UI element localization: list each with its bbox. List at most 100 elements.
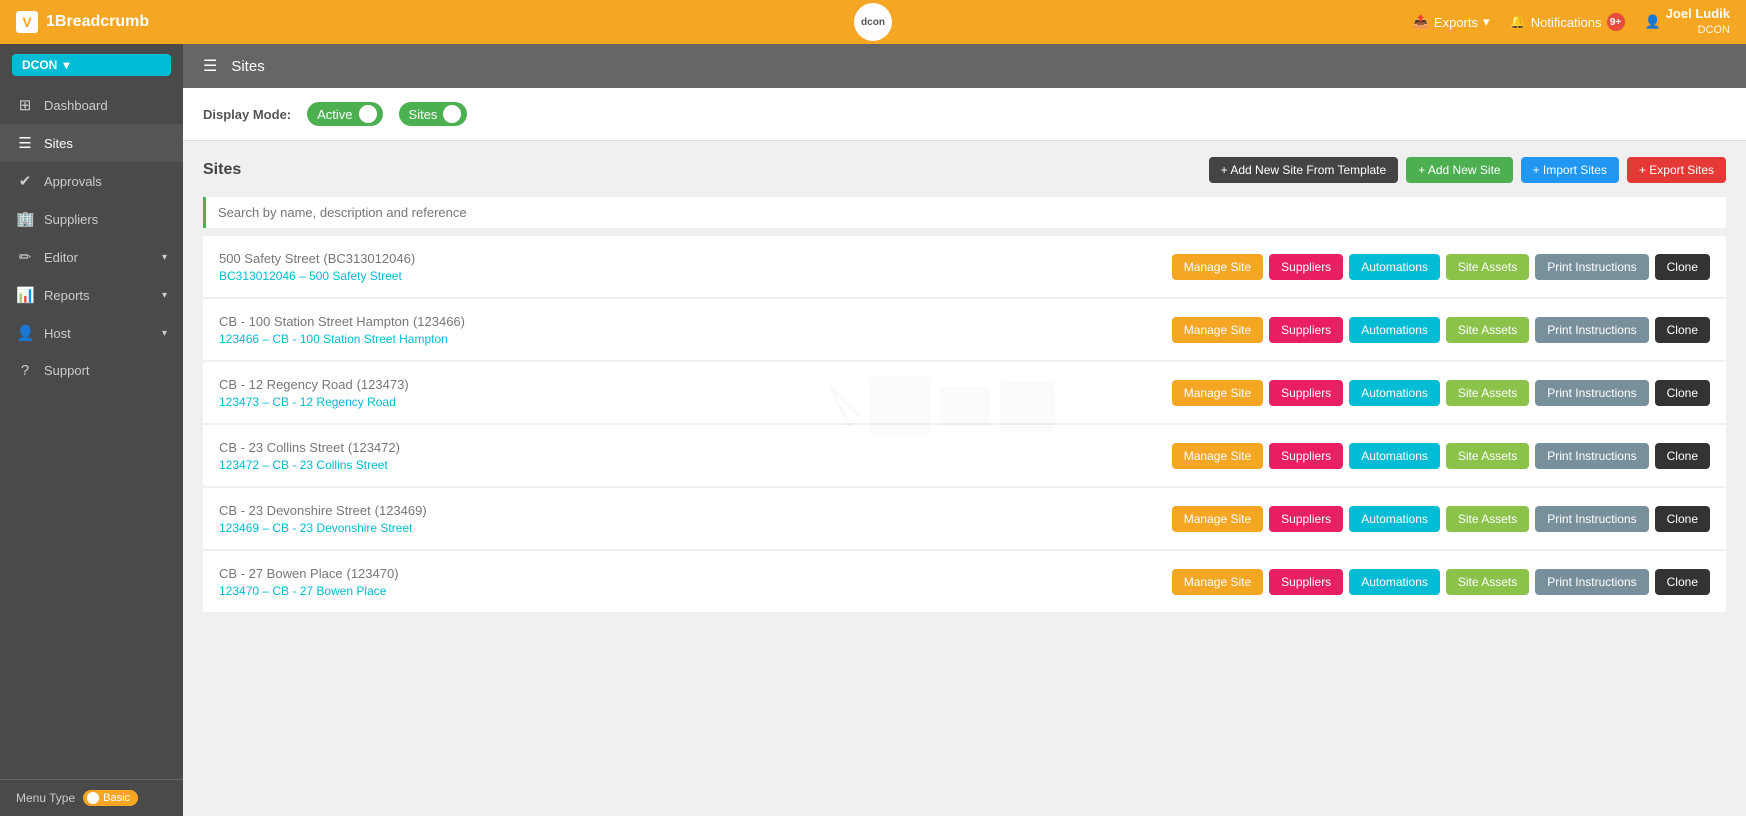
suppliers-button-3[interactable]: Suppliers: [1269, 443, 1343, 469]
search-bar: [203, 197, 1726, 228]
automations-button-3[interactable]: Automations: [1349, 443, 1440, 469]
print-instructions-button-2[interactable]: Print Instructions: [1535, 380, 1648, 406]
automations-button-1[interactable]: Automations: [1349, 317, 1440, 343]
site-info-2: CB - 12 Regency Road (123473) 123473 – C…: [219, 376, 409, 409]
clone-button-4[interactable]: Clone: [1655, 506, 1710, 532]
site-assets-button-5[interactable]: Site Assets: [1446, 569, 1529, 595]
header-bar: ☰ Sites: [183, 44, 1746, 88]
automations-button-5[interactable]: Automations: [1349, 569, 1440, 595]
suppliers-button-4[interactable]: Suppliers: [1269, 506, 1343, 532]
site-actions-3: Manage Site Suppliers Automations Site A…: [1172, 443, 1710, 469]
brand-name: 1Breadcrumb: [46, 13, 149, 31]
brand-logo-area: V 1Breadcrumb: [16, 11, 1413, 33]
suppliers-button-5[interactable]: Suppliers: [1269, 569, 1343, 595]
sites-header: Sites + Add New Site From Template + Add…: [203, 157, 1726, 183]
sidebar-nav: ⊞ Dashboard ☰ Sites ✔ Approvals 🏢 Suppli…: [0, 86, 183, 779]
main-content: ☰ Sites Display Mode: Active Sites Sites…: [183, 44, 1746, 816]
site-ref-0: BC313012046 – 500 Safety Street: [219, 269, 415, 283]
site-assets-button-2[interactable]: Site Assets: [1446, 380, 1529, 406]
manage-site-button-1[interactable]: Manage Site: [1172, 317, 1263, 343]
manage-site-button-4[interactable]: Manage Site: [1172, 506, 1263, 532]
site-name-1: CB - 100 Station Street Hampton (123466): [219, 313, 465, 329]
print-instructions-button-0[interactable]: Print Instructions: [1535, 254, 1648, 280]
site-actions-0: Manage Site Suppliers Automations Site A…: [1172, 254, 1710, 280]
brand-icon: V: [16, 11, 38, 33]
export-sites-button[interactable]: + Export Sites: [1627, 157, 1726, 183]
menu-type-value: Basic: [103, 792, 130, 804]
sidebar-item-host[interactable]: 👤 Host ▾: [0, 314, 183, 352]
sidebar-item-editor[interactable]: ✏ Editor ▾: [0, 238, 183, 276]
manage-site-button-0[interactable]: Manage Site: [1172, 254, 1263, 280]
export-icon: 📤: [1413, 14, 1429, 30]
dcon-tag[interactable]: DCON ▾: [12, 54, 171, 76]
sites-section: Sites + Add New Site From Template + Add…: [183, 141, 1746, 816]
sidebar-label-support: Support: [44, 363, 90, 378]
user-icon: 👤: [1645, 14, 1661, 30]
hamburger-icon[interactable]: ☰: [203, 56, 217, 76]
site-info-3: CB - 23 Collins Street (123472) 123472 –…: [219, 439, 400, 472]
clone-button-3[interactable]: Clone: [1655, 443, 1710, 469]
automations-button-2[interactable]: Automations: [1349, 380, 1440, 406]
sites-toggle-dot: [443, 105, 461, 123]
site-assets-button-0[interactable]: Site Assets: [1446, 254, 1529, 280]
notif-badge: 9+: [1607, 13, 1625, 31]
manage-site-button-2[interactable]: Manage Site: [1172, 380, 1263, 406]
site-ref-1: 123466 – CB - 100 Station Street Hampton: [219, 332, 465, 346]
site-actions-2: Manage Site Suppliers Automations Site A…: [1172, 380, 1710, 406]
sidebar-item-sites[interactable]: ☰ Sites: [0, 124, 183, 162]
add-from-template-button[interactable]: + Add New Site From Template: [1209, 157, 1399, 183]
sidebar-label-host: Host: [44, 326, 71, 341]
print-instructions-button-1[interactable]: Print Instructions: [1535, 317, 1648, 343]
dashboard-icon: ⊞: [16, 96, 34, 114]
active-toggle-label: Active: [317, 107, 352, 122]
table-row: CB - 100 Station Street Hampton (123466)…: [203, 299, 1726, 360]
sites-section-title: Sites: [203, 161, 241, 179]
clone-button-2[interactable]: Clone: [1655, 380, 1710, 406]
site-assets-button-3[interactable]: Site Assets: [1446, 443, 1529, 469]
site-assets-button-1[interactable]: Site Assets: [1446, 317, 1529, 343]
notifications-button[interactable]: 🔔 Notifications 9+: [1510, 13, 1625, 31]
automations-button-4[interactable]: Automations: [1349, 506, 1440, 532]
print-instructions-button-4[interactable]: Print Instructions: [1535, 506, 1648, 532]
sidebar-label-suppliers: Suppliers: [44, 212, 98, 227]
sites-toggle-label: Sites: [409, 107, 438, 122]
sidebar-footer: Menu Type Basic: [0, 779, 183, 816]
exports-button[interactable]: 📤 Exports ▾: [1413, 14, 1490, 30]
site-ref-3: 123472 – CB - 23 Collins Street: [219, 458, 400, 472]
menu-type-toggle[interactable]: Basic: [83, 790, 138, 806]
search-input[interactable]: [218, 205, 1714, 220]
manage-site-button-3[interactable]: Manage Site: [1172, 443, 1263, 469]
import-sites-button[interactable]: + Import Sites: [1521, 157, 1619, 183]
sidebar-item-dashboard[interactable]: ⊞ Dashboard: [0, 86, 183, 124]
sidebar-item-suppliers[interactable]: 🏢 Suppliers: [0, 200, 183, 238]
reports-arrow: ▾: [162, 290, 167, 301]
clone-button-1[interactable]: Clone: [1655, 317, 1710, 343]
clone-button-0[interactable]: Clone: [1655, 254, 1710, 280]
sidebar-item-support[interactable]: ? Support: [0, 352, 183, 389]
print-instructions-button-3[interactable]: Print Instructions: [1535, 443, 1648, 469]
suppliers-button-0[interactable]: Suppliers: [1269, 254, 1343, 280]
print-instructions-button-5[interactable]: Print Instructions: [1535, 569, 1648, 595]
site-name-4: CB - 23 Devonshire Street (123469): [219, 502, 427, 518]
table-row: CB - 23 Collins Street (123472) 123472 –…: [203, 425, 1726, 486]
sidebar-item-reports[interactable]: 📊 Reports ▾: [0, 276, 183, 314]
sidebar-item-approvals[interactable]: ✔ Approvals: [0, 162, 183, 200]
add-new-site-button[interactable]: + Add New Site: [1406, 157, 1512, 183]
manage-site-button-5[interactable]: Manage Site: [1172, 569, 1263, 595]
suppliers-button-1[interactable]: Suppliers: [1269, 317, 1343, 343]
site-info-1: CB - 100 Station Street Hampton (123466)…: [219, 313, 465, 346]
suppliers-button-2[interactable]: Suppliers: [1269, 380, 1343, 406]
active-toggle[interactable]: Active: [307, 102, 382, 126]
display-mode-label: Display Mode:: [203, 107, 291, 122]
user-menu[interactable]: 👤 Joel Ludik DCON: [1645, 6, 1730, 37]
site-actions-4: Manage Site Suppliers Automations Site A…: [1172, 506, 1710, 532]
clone-button-5[interactable]: Clone: [1655, 569, 1710, 595]
sidebar-label-sites: Sites: [44, 136, 73, 151]
table-row: 500 Safety Street (BC313012046) BC313012…: [203, 236, 1726, 297]
site-assets-button-4[interactable]: Site Assets: [1446, 506, 1529, 532]
sites-toggle[interactable]: Sites: [399, 102, 468, 126]
site-info-4: CB - 23 Devonshire Street (123469) 12346…: [219, 502, 427, 535]
display-mode-bar: Display Mode: Active Sites: [183, 88, 1746, 141]
bell-icon: 🔔: [1510, 14, 1526, 30]
automations-button-0[interactable]: Automations: [1349, 254, 1440, 280]
